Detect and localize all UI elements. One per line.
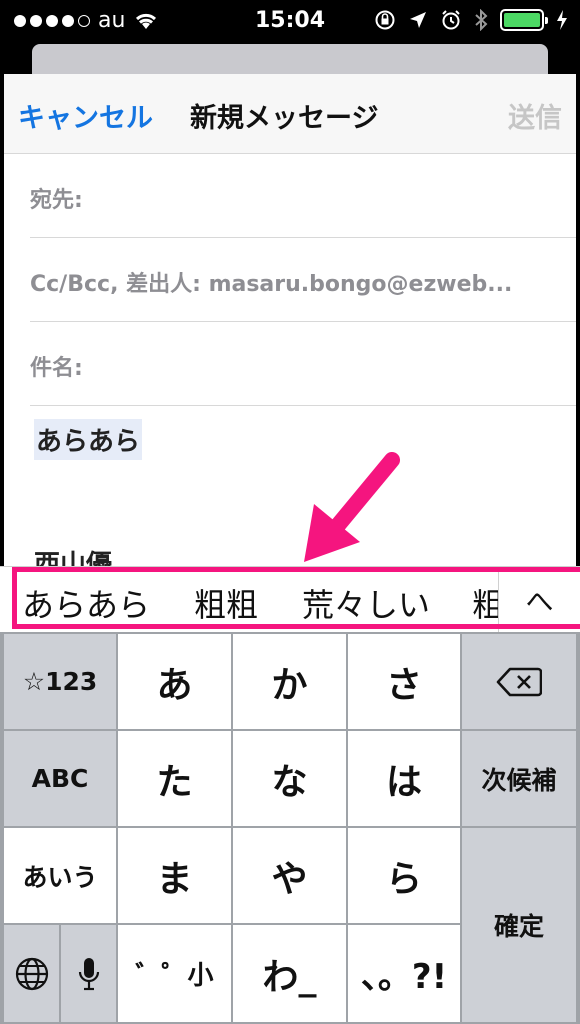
kana-key-ma[interactable]: ま <box>118 828 231 923</box>
globe-icon <box>15 957 48 990</box>
signature-text: 西山優 <box>34 550 113 566</box>
candidate-item[interactable]: 荒々しい <box>302 580 430 626</box>
numbers-key[interactable]: ☆123 <box>4 634 116 729</box>
subject-field[interactable]: 件名: <box>30 322 576 406</box>
kana-key-ya[interactable]: や <box>233 828 346 923</box>
battery-icon <box>500 9 548 31</box>
kana-key-a[interactable]: あ <box>118 634 231 729</box>
japanese-kana-keyboard: ☆123 ABC あいう あ か さ た な は ま や ら ゛゜小 わ_ 、。… <box>0 632 580 1024</box>
compose-navbar: キャンセル 新規メッセージ 送信 <box>4 74 576 154</box>
body-text-input[interactable]: あらあら <box>34 419 143 460</box>
microphone-icon <box>78 957 99 990</box>
kana-key-ta[interactable]: た <box>118 731 231 826</box>
cc-bcc-from-label: Cc/Bcc, 差出人: <box>30 272 201 297</box>
kana-key[interactable]: あいう <box>4 828 116 923</box>
candidate-item[interactable]: 粗粗 <box>194 580 258 626</box>
status-bar: au 15:04 <box>0 0 580 44</box>
chevron-up-icon: へ <box>525 585 554 618</box>
to-field[interactable]: 宛先: <box>30 154 576 238</box>
expand-candidates-button[interactable]: へ <box>498 567 580 632</box>
send-button[interactable]: 送信 <box>508 96 562 135</box>
punctuation-key[interactable]: 、。?! <box>348 925 460 1022</box>
cc-bcc-from-field[interactable]: Cc/Bcc, 差出人: masaru.bongo@ezweb... <box>30 238 576 322</box>
subject-label: 件名: <box>30 356 83 381</box>
kana-key-ha[interactable]: は <box>348 731 460 826</box>
kana-key-ka[interactable]: か <box>233 634 346 729</box>
compose-title: 新規メッセージ <box>190 103 379 134</box>
alarm-icon <box>442 10 460 30</box>
rotation-lock-icon <box>375 10 395 30</box>
cancel-button[interactable]: キャンセル <box>18 96 153 135</box>
dakuten-small-key[interactable]: ゛゜小 <box>118 925 231 1022</box>
next-candidate-key[interactable]: 次候補 <box>462 731 576 826</box>
delete-key[interactable] <box>462 634 576 729</box>
kana-key-sa[interactable]: さ <box>348 634 460 729</box>
kana-key-wa[interactable]: わ_ <box>233 925 346 1022</box>
from-address: masaru.bongo@ezweb... <box>208 272 513 297</box>
kana-key-na[interactable]: な <box>233 731 346 826</box>
annotation-arrow-icon <box>304 452 400 562</box>
candidate-item[interactable]: あらあら <box>22 580 150 626</box>
backspace-icon <box>496 667 542 696</box>
location-icon <box>410 12 426 28</box>
compose-sheet: キャンセル 新規メッセージ 送信 宛先: Cc/Bcc, 差出人: masaru… <box>4 74 576 566</box>
charging-icon <box>557 10 567 30</box>
abc-key[interactable]: ABC <box>4 731 116 826</box>
confirm-key[interactable]: 確定 <box>462 828 576 1022</box>
kana-key-ra[interactable]: ら <box>348 828 460 923</box>
dictation-key[interactable] <box>61 925 116 1022</box>
bluetooth-icon <box>475 9 488 31</box>
candidate-bar: あらあら 粗粗 荒々しい 粗 へ <box>0 566 580 632</box>
to-label: 宛先: <box>30 188 83 213</box>
globe-key[interactable] <box>4 925 59 1022</box>
